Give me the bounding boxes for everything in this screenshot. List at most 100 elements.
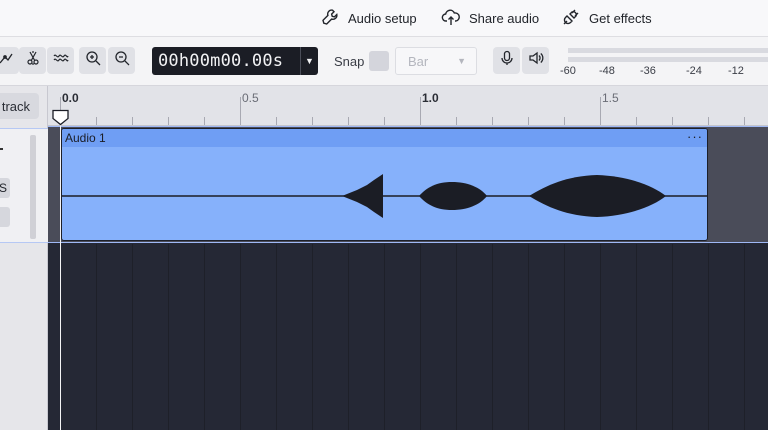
snap-select-value: Bar xyxy=(408,54,429,69)
waveform-segment-2 xyxy=(419,182,487,210)
waveform-segment-3 xyxy=(529,175,666,217)
plug-icon xyxy=(561,7,581,30)
clip-waveform xyxy=(62,174,707,218)
ruler-tick xyxy=(348,117,349,125)
timeline-gridline xyxy=(456,244,457,430)
playhead-line xyxy=(60,118,61,430)
ruler-tick xyxy=(456,117,457,125)
track-volume-fader[interactable] xyxy=(30,135,36,239)
chevron-down-icon: ▼ xyxy=(457,56,466,66)
ruler-tick xyxy=(708,117,709,125)
ruler-tick xyxy=(96,117,97,125)
timeline-gridline xyxy=(312,244,313,430)
solo-button[interactable]: S xyxy=(0,178,10,198)
tracks-panel: track S xyxy=(0,86,48,430)
meter-label-12: -12 xyxy=(728,65,744,77)
record-meter-bar xyxy=(568,48,768,53)
timeline-gridline xyxy=(744,244,745,430)
meter-label-48: -48 xyxy=(599,65,615,77)
share-audio-button[interactable]: Share audio xyxy=(441,6,539,30)
share-audio-label: Share audio xyxy=(469,10,540,26)
mute-button[interactable] xyxy=(0,207,10,227)
ruler-label-0-5: 0.5 xyxy=(242,91,259,105)
clip-name: Audio 1 xyxy=(65,131,106,145)
get-effects-button[interactable]: Get effects xyxy=(561,6,652,30)
ruler-tick xyxy=(240,97,241,125)
timeline-ruler[interactable]: 0.0 0.5 1.0 1.5 xyxy=(48,86,768,126)
timeline-gridline xyxy=(276,244,277,430)
speaker-icon xyxy=(528,50,544,71)
ruler-label-0-0: 0.0 xyxy=(62,91,79,105)
envelope-icon xyxy=(0,50,14,71)
zoom-out-icon xyxy=(114,50,130,71)
meter-label-36: -36 xyxy=(640,65,656,77)
waveform-trim-icon xyxy=(53,50,69,71)
wrench-icon xyxy=(320,7,340,30)
ruler-tick xyxy=(384,117,385,125)
timeline-gridline xyxy=(672,244,673,430)
clip-menu-button[interactable]: ··· xyxy=(687,129,703,144)
trim-tool-button[interactable] xyxy=(47,47,74,74)
top-bar: Audio setup Share audio Get effects xyxy=(0,0,768,37)
timecode-format-dropdown[interactable]: ▼ xyxy=(301,47,318,75)
playhead-handle[interactable] xyxy=(51,109,70,126)
ruler-tick xyxy=(492,117,493,125)
ruler-tick xyxy=(168,117,169,125)
timeline-gridline xyxy=(420,244,421,430)
microphone-icon xyxy=(499,50,515,71)
meter-label-24: -24 xyxy=(686,65,702,77)
ruler-tick xyxy=(564,117,565,125)
clip-header[interactable]: Audio 1 ··· xyxy=(62,129,707,147)
snap-select[interactable]: Bar ▼ xyxy=(395,47,477,75)
playback-meter-button[interactable] xyxy=(522,47,549,74)
ruler-tick xyxy=(744,117,745,125)
ruler-tick xyxy=(132,117,133,125)
playback-meter-bar xyxy=(568,57,768,62)
ruler-tick xyxy=(204,117,205,125)
ruler-label-1-5: 1.5 xyxy=(602,91,619,105)
snap-checkbox[interactable] xyxy=(369,51,389,71)
timeline-gridline xyxy=(600,244,601,430)
get-effects-label: Get effects xyxy=(589,10,652,26)
scissors-icon xyxy=(25,50,41,71)
zoom-out-button[interactable] xyxy=(108,47,135,74)
ruler-tick xyxy=(672,117,673,125)
timeline-gridline xyxy=(384,244,385,430)
meter-label-60: -60 xyxy=(560,65,576,77)
ruler-tick xyxy=(276,117,277,125)
zoom-in-button[interactable] xyxy=(79,47,106,74)
ruler-tick xyxy=(600,97,601,125)
zoom-in-icon xyxy=(85,50,101,71)
track-header[interactable]: S xyxy=(0,128,48,243)
record-meter-button[interactable] xyxy=(493,47,520,74)
timeline-gridline xyxy=(528,244,529,430)
track-menu-handle[interactable] xyxy=(0,148,3,150)
timeline-gridline xyxy=(96,244,97,430)
envelope-tool-button[interactable] xyxy=(0,47,19,74)
timeline-gridline xyxy=(492,244,493,430)
timeline-gridline xyxy=(564,244,565,430)
timeline-gridline xyxy=(168,244,169,430)
timecode-value: 00h00m00.00s xyxy=(158,51,284,71)
snap-label: Snap xyxy=(334,54,365,69)
ruler-tick xyxy=(636,117,637,125)
timeline-gridline xyxy=(204,244,205,430)
ruler-tick xyxy=(420,97,421,125)
ruler-tick xyxy=(528,117,529,125)
multi-tool-button[interactable] xyxy=(19,47,46,74)
timeline-gridline xyxy=(348,244,349,430)
ruler-tick xyxy=(312,117,313,125)
waveform-segment-1 xyxy=(342,174,383,218)
timeline-gridline xyxy=(708,244,709,430)
audio-setup-button[interactable]: Audio setup xyxy=(320,6,417,30)
timeline-gridline xyxy=(636,244,637,430)
cloud-upload-icon xyxy=(441,7,461,30)
ruler-label-1-0: 1.0 xyxy=(422,91,439,105)
timecode-display[interactable]: 00h00m00.00s ▼ xyxy=(152,47,318,75)
toolbar: Snap Bar ▼ -60 -48 -36 -24 -12 xyxy=(0,37,768,86)
audio-setup-label: Audio setup xyxy=(348,10,417,26)
add-track-button[interactable]: track xyxy=(0,93,39,119)
timeline-gridline xyxy=(240,244,241,430)
audio-clip[interactable]: Audio 1 ··· xyxy=(61,128,708,241)
timeline-area[interactable]: Audio 1 ··· xyxy=(48,126,768,430)
